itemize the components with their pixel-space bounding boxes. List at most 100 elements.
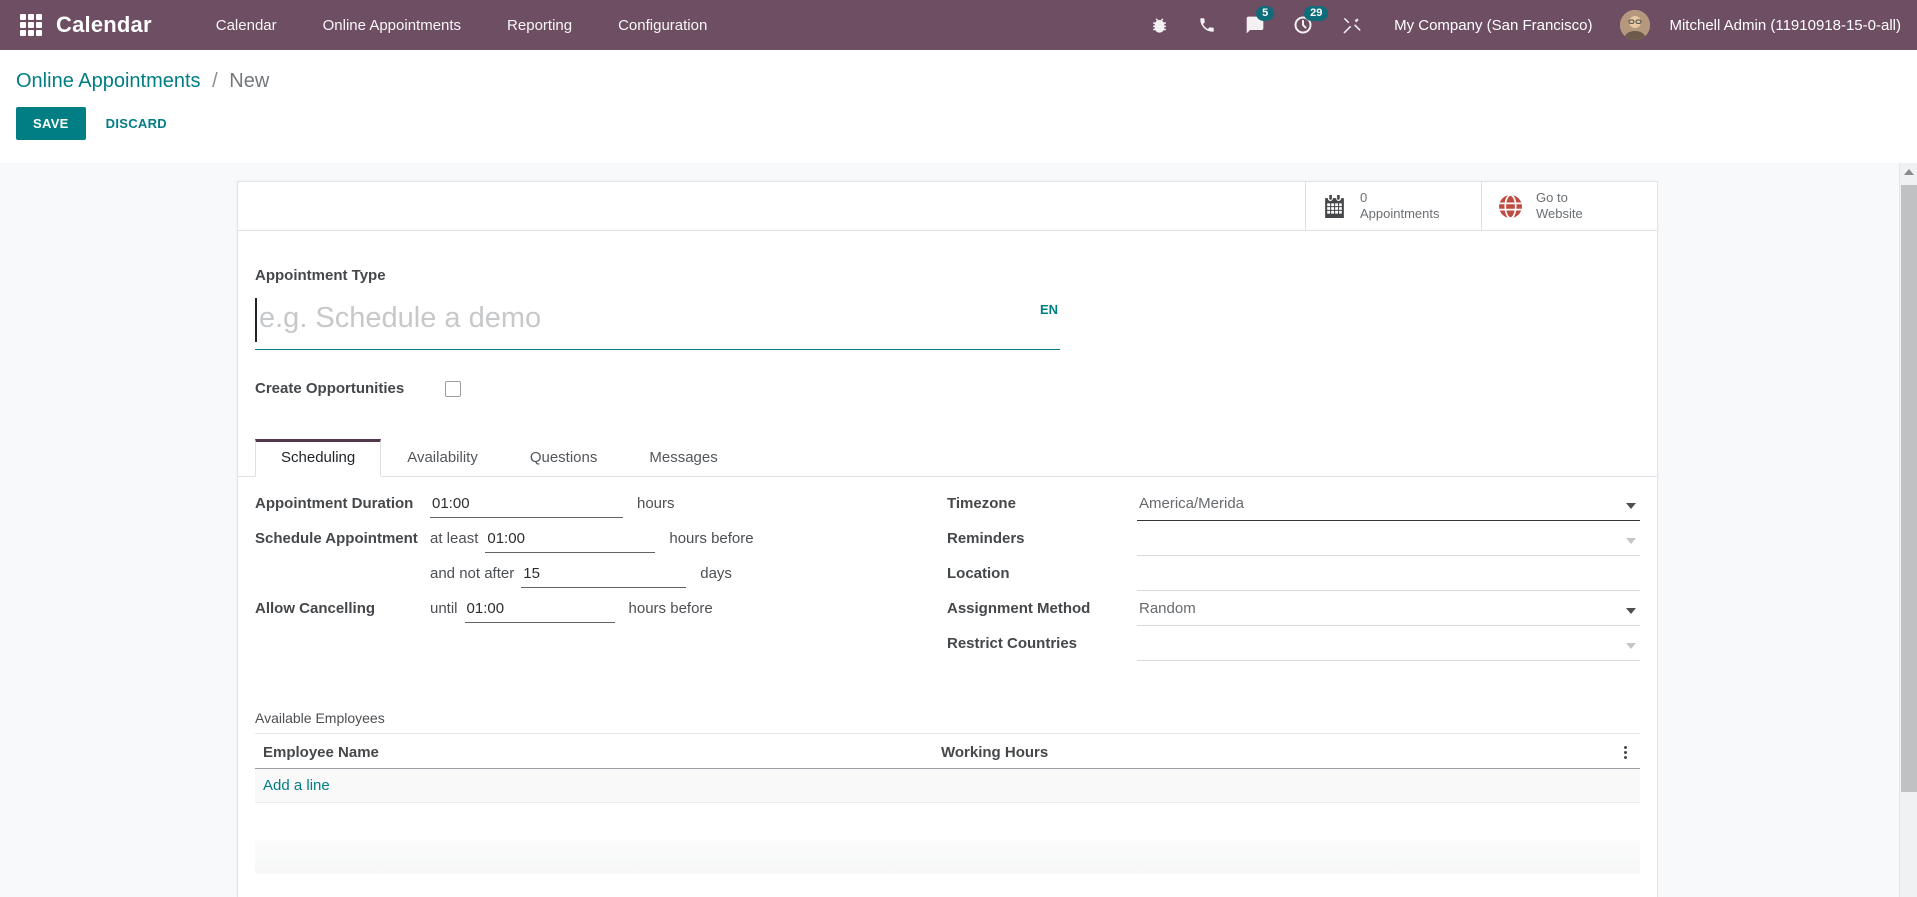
allow-cancelling-row: Allow Cancelling until 01:00 hours befor…	[255, 598, 910, 633]
reminders-value	[1137, 528, 1640, 530]
menu-configuration[interactable]: Configuration	[616, 2, 709, 49]
timezone-label: Timezone	[947, 495, 1016, 512]
appointments-stat-text: 0 Appointments	[1360, 190, 1440, 222]
location-input[interactable]	[1137, 563, 1640, 591]
breadcrumb: Online Appointments / New	[16, 70, 1901, 93]
scheduling-tab-content: Appointment Duration 01:00 hours Schedul…	[255, 477, 1640, 668]
cancel-hours-input[interactable]: 01:00	[464, 598, 615, 623]
vertical-scrollbar[interactable]	[1899, 163, 1917, 897]
appointments-stat-value: 0	[1360, 190, 1368, 205]
save-button[interactable]: SAVE	[16, 107, 86, 140]
language-badge[interactable]: EN	[1040, 302, 1058, 317]
schedule-appointment-prefix: at least	[430, 530, 479, 547]
chevron-down-icon	[1626, 503, 1636, 509]
fields-left-column: Appointment Duration 01:00 hours Schedul…	[255, 493, 910, 668]
appointments-stat-button[interactable]: 0 Appointments	[1305, 182, 1481, 230]
reminders-select[interactable]	[1137, 528, 1640, 556]
allow-cancelling-suffix: hours before	[628, 600, 713, 617]
go-to-website-text: Go to Website	[1536, 190, 1583, 222]
breadcrumb-online-appointments[interactable]: Online Appointments	[16, 70, 201, 92]
text-cursor	[255, 298, 257, 342]
tools-icon[interactable]	[1332, 8, 1370, 42]
activities-count-badge: 29	[1304, 6, 1329, 21]
assignment-method-select[interactable]: Random	[1137, 598, 1640, 626]
reminders-label: Reminders	[947, 530, 1025, 547]
tab-questions[interactable]: Questions	[504, 439, 624, 477]
top-navbar: Calendar Calendar Online Appointments Re…	[0, 0, 1917, 50]
main-content: 0 Appointments Go to Website Appointment…	[0, 163, 1917, 897]
max-schedule-days-suffix: days	[700, 565, 732, 582]
messages-count-badge: 5	[1256, 6, 1275, 21]
assignment-method-row: Assignment Method Random	[947, 598, 1640, 633]
company-switcher[interactable]: My Company (San Francisco)	[1394, 17, 1592, 34]
min-schedule-hours-input[interactable]: 01:00	[485, 528, 656, 553]
messages-icon[interactable]: 5	[1236, 6, 1275, 42]
schedule-appointment-suffix: hours before	[669, 530, 754, 547]
reminders-row: Reminders	[947, 528, 1640, 563]
voip-phone-icon[interactable]	[1188, 8, 1226, 42]
restrict-countries-select[interactable]	[1137, 633, 1640, 661]
activities-clock-icon[interactable]: 29	[1284, 6, 1329, 42]
menu-reporting[interactable]: Reporting	[505, 2, 574, 49]
table-options-kebab-icon[interactable]	[1610, 744, 1640, 761]
scrollbar-thumb[interactable]	[1901, 185, 1917, 792]
max-schedule-days-input[interactable]: 15	[521, 563, 687, 588]
appointment-type-input-wrap: EN	[255, 292, 1060, 350]
systray: 5 29 My Company (San Francisco) Mitchell…	[1140, 6, 1901, 42]
create-opportunities-label: Create Opportunities	[255, 380, 405, 397]
apps-menu-icon[interactable]	[20, 14, 42, 36]
allow-cancelling-label: Allow Cancelling	[255, 600, 376, 617]
max-schedule-days-prefix: and not after	[430, 565, 515, 582]
appointment-type-label: Appointment Type	[255, 267, 386, 284]
available-employees-section-label: Available Employees	[255, 710, 385, 726]
max-schedule-days-label	[255, 563, 430, 565]
menu-calendar[interactable]: Calendar	[214, 2, 279, 49]
table-row: Add a line	[255, 769, 1640, 803]
appointment-type-input[interactable]	[255, 292, 955, 335]
user-avatar[interactable]	[1620, 10, 1651, 40]
employees-table: Employee Name Working Hours Add a line	[255, 744, 1640, 803]
schedule-appointment-row: Schedule Appointment at least 01:00 hour…	[255, 528, 910, 563]
section-divider	[255, 733, 1640, 734]
user-menu[interactable]: Mitchell Admin (11910918-15-0-all)	[1669, 17, 1901, 34]
assignment-method-value: Random	[1139, 600, 1196, 617]
go-to-website-button[interactable]: Go to Website	[1481, 182, 1657, 230]
chevron-down-icon	[1626, 608, 1636, 614]
breadcrumb-separator: /	[212, 70, 218, 92]
max-schedule-days-row: and not after 15 days	[255, 563, 910, 598]
restrict-countries-row: Restrict Countries	[947, 633, 1640, 668]
timezone-value: America/Merida	[1139, 495, 1245, 512]
chevron-down-icon	[1626, 643, 1636, 649]
form-sheet: 0 Appointments Go to Website Appointment…	[237, 181, 1658, 897]
notebook-tabs: Scheduling Availability Questions Messag…	[238, 439, 1657, 477]
control-panel: Online Appointments / New SAVE DISCARD	[0, 50, 1917, 163]
create-opportunities-row: Create Opportunities	[255, 380, 1640, 397]
appointment-duration-suffix: hours	[637, 495, 675, 512]
stat-button-box: 0 Appointments Go to Website	[238, 182, 1657, 231]
location-row: Location	[947, 563, 1640, 598]
column-employee-name: Employee Name	[263, 744, 379, 761]
tab-messages[interactable]: Messages	[623, 439, 743, 477]
form-body: Appointment Type EN Create Opportunities…	[238, 267, 1657, 874]
timezone-select[interactable]: America/Merida	[1137, 493, 1640, 521]
scrollbar-up-arrow[interactable]	[1900, 163, 1917, 181]
discard-button[interactable]: DISCARD	[96, 107, 177, 140]
tab-availability[interactable]: Availability	[381, 439, 504, 477]
add-a-line-link[interactable]: Add a line	[255, 777, 330, 794]
app-name[interactable]: Calendar	[56, 12, 152, 38]
debug-bug-icon[interactable]	[1140, 8, 1178, 42]
globe-icon	[1499, 193, 1522, 219]
appointment-duration-row: Appointment Duration 01:00 hours	[255, 493, 910, 528]
go-to-website-line1: Go to	[1536, 190, 1568, 205]
create-opportunities-checkbox[interactable]	[445, 380, 461, 397]
allow-cancelling-prefix: until	[430, 600, 458, 617]
location-label: Location	[947, 565, 1010, 582]
menu-online-appointments[interactable]: Online Appointments	[321, 2, 463, 49]
assignment-method-label: Assignment Method	[947, 600, 1091, 617]
tab-scheduling[interactable]: Scheduling	[255, 439, 382, 477]
control-panel-buttons: SAVE DISCARD	[16, 107, 1901, 140]
app-menu: Calendar Online Appointments Reporting C…	[214, 2, 710, 49]
breadcrumb-new: New	[229, 70, 270, 92]
restrict-countries-label: Restrict Countries	[947, 635, 1078, 652]
appointment-duration-input[interactable]: 01:00	[430, 493, 623, 518]
